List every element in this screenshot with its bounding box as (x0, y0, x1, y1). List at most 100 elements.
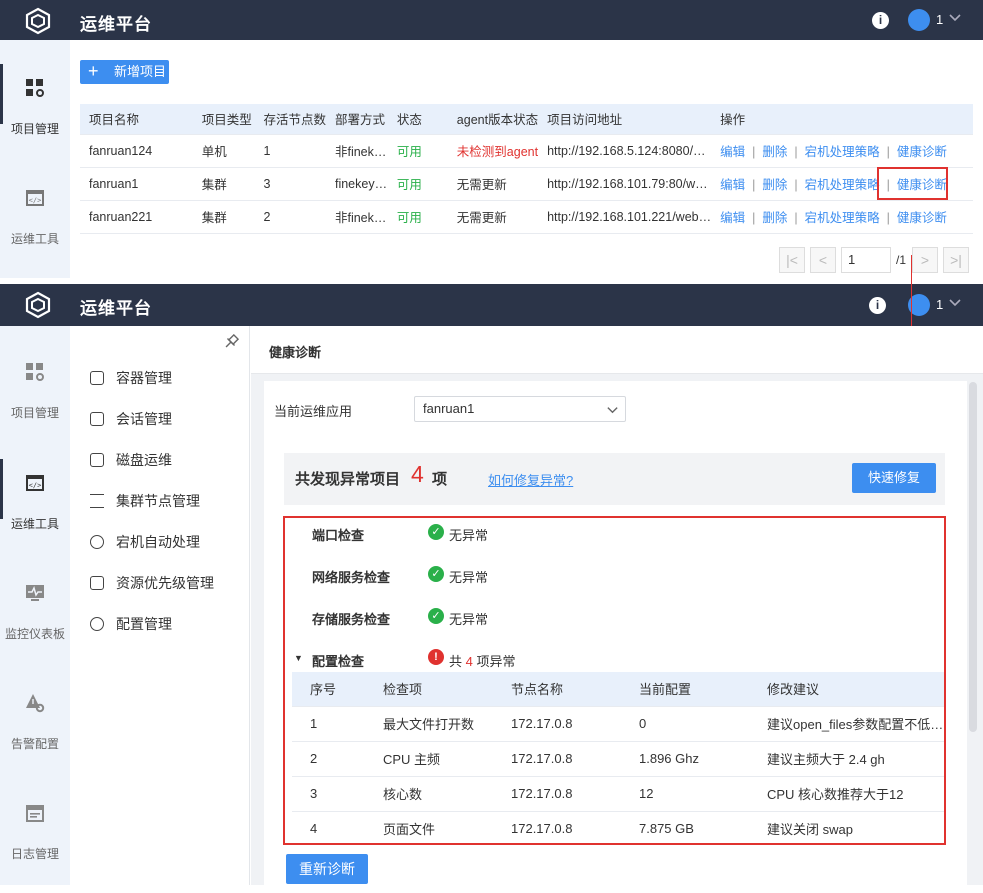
collapse-triangle-icon[interactable]: ▼ (294, 653, 303, 663)
status: 可用 (387, 134, 448, 168)
nav-item-ops-tools[interactable]: </> 运维工具 (0, 459, 70, 563)
cell: 0 (639, 706, 767, 742)
chevron-down-icon[interactable] (948, 295, 962, 309)
nav-item-project-management[interactable]: 项目管理 (0, 64, 70, 168)
edit-link[interactable]: 编辑 (720, 145, 745, 159)
nav-item-label: 监控仪表板 (4, 627, 65, 641)
cell: 核心数 (383, 776, 511, 812)
summary-prefix: 共发现异常项目 (295, 471, 401, 488)
submenu-item-container[interactable]: 容器管理 (90, 368, 172, 388)
info-icon[interactable]: i (872, 12, 889, 29)
access-url[interactable]: http://192.168.101.221/web… (538, 200, 712, 234)
submenu-label: 会话管理 (116, 411, 172, 427)
anomaly-summary: 共发现异常项目 4 项 如何修复异常? 快速修复 (284, 453, 945, 505)
submenu-item-resource-priority[interactable]: 资源优先级管理 (90, 573, 214, 593)
cell: CPU 主频 (383, 741, 511, 777)
rediagnose-button[interactable]: 重新诊断 (286, 854, 368, 884)
error-prefix: 共 (449, 654, 463, 669)
page-header: 健康诊断 (251, 326, 983, 374)
edit-link[interactable]: 编辑 (720, 211, 745, 225)
last-page-button[interactable]: >| (943, 247, 969, 273)
submenu-label: 集群节点管理 (116, 493, 200, 509)
check-name: 存储服务检查 (312, 612, 391, 627)
cell: 1.896 Ghz (639, 741, 767, 777)
info-icon[interactable]: i (869, 297, 886, 314)
cell: 2 (292, 741, 383, 777)
access-url[interactable]: http://192.168.101.79:80/w… (538, 167, 712, 201)
deploy-mode: 非finek… (325, 200, 388, 234)
column-header: 项目访问地址 (538, 104, 712, 135)
submenu-item-session[interactable]: 会话管理 (90, 409, 172, 429)
next-page-button[interactable]: > (912, 247, 938, 273)
first-page-button[interactable]: |< (779, 247, 805, 273)
app-title: 运维平台 (80, 299, 152, 318)
user-name[interactable]: 1 (936, 297, 943, 312)
diagnosis-panel: 当前运维应用 fanruan1 共发现异常项目 4 项 如何修复异常? 快速修复… (264, 381, 967, 885)
table-row: fanruan221 集群 2 非finek… 可用 无需更新 http://1… (80, 200, 973, 234)
table-header-row: 项目名称 项目类型 存活节点数 部署方式 状态 agent版本状态 项目访问地址… (80, 104, 973, 135)
health-diagnosis-link[interactable]: 健康诊断 (897, 145, 947, 159)
add-project-button[interactable]: + 新增项目 (80, 60, 169, 84)
scrollbar[interactable] (969, 382, 977, 732)
column-header: agent版本状态 (447, 104, 539, 135)
submenu-item-cluster-node[interactable]: 集群节点管理 (90, 491, 200, 511)
nav-item-log-management[interactable]: 日志管理 (0, 803, 70, 893)
nav-item-monitor-dashboard[interactable]: 监控仪表板 (0, 583, 70, 673)
submenu-label: 容器管理 (116, 370, 172, 386)
cell: 建议关闭 swap (767, 822, 853, 838)
pin-icon[interactable] (223, 334, 239, 350)
nav-item-alert-config[interactable]: 告警配置 (0, 693, 70, 783)
logo-cube-icon (25, 7, 51, 35)
submenu-item-auto-recovery[interactable]: 宕机自动处理 (90, 532, 200, 552)
quick-fix-button[interactable]: 快速修复 (852, 463, 936, 493)
column-header: 项目类型 (192, 104, 255, 135)
downtime-policy-link[interactable]: 宕机处理策略 (805, 178, 880, 192)
page-input[interactable]: 1 (841, 247, 891, 273)
delete-link[interactable]: 删除 (762, 145, 787, 159)
cell: 12 (639, 776, 767, 812)
edit-link[interactable]: 编辑 (720, 178, 745, 192)
downtime-policy-link[interactable]: 宕机处理策略 (805, 145, 880, 159)
monitor-icon (26, 585, 44, 601)
app-select[interactable]: fanruan1 (414, 396, 626, 422)
project-name: fanruan1 (80, 167, 193, 201)
nav-item-ops-tools[interactable]: </> 运维工具 (0, 188, 70, 278)
user-avatar-icon[interactable] (908, 9, 930, 31)
check-name: 端口检查 (312, 528, 365, 543)
grid-icon (26, 79, 44, 97)
chevron-down-icon[interactable] (948, 10, 962, 24)
submenu-item-disk[interactable]: 磁盘运维 (90, 450, 172, 470)
logo-cube-icon (25, 291, 51, 319)
downtime-policy-link[interactable]: 宕机处理策略 (805, 211, 880, 225)
check-ok-icon: ✓ (428, 524, 444, 540)
submenu-item-config[interactable]: 配置管理 (90, 614, 172, 634)
delete-link[interactable]: 删除 (762, 178, 787, 192)
column-header: 状态 (387, 104, 448, 135)
error-count: 4 (465, 654, 473, 669)
cell: 1 (292, 706, 383, 742)
check-result: 无异常 (449, 612, 489, 627)
table-row: 3 核心数 172.17.0.8 12 CPU 核心数推荐大于12 (292, 776, 944, 812)
delete-link[interactable]: 删除 (762, 211, 787, 225)
how-to-fix-link[interactable]: 如何修复异常? (488, 470, 573, 489)
left-nav-2: 项目管理 </> 运维工具 监控仪表板 告警配置 日志管理 (0, 326, 70, 885)
alive-nodes: 3 (254, 167, 326, 201)
user-name[interactable]: 1 (936, 12, 943, 27)
left-nav: 项目管理 </> 运维工具 (0, 40, 70, 278)
svg-text:</>: </> (29, 482, 42, 490)
nav-item-project-management[interactable]: 项目管理 (0, 362, 70, 452)
cell: 172.17.0.8 (511, 741, 639, 777)
app-select-label: 当前运维应用 (274, 404, 353, 419)
shield-icon (90, 535, 104, 549)
nav-item-label: 运维工具 (10, 517, 59, 531)
app-select-value: fanruan1 (423, 401, 475, 416)
column-header: 部署方式 (325, 104, 388, 135)
config-check-result: 共 4 项异常 (449, 651, 516, 670)
container-icon (90, 371, 104, 385)
cell: 4 (310, 821, 318, 837)
nav-item-label: 项目管理 (10, 122, 59, 136)
health-diagnosis-link[interactable]: 健康诊断 (897, 211, 947, 225)
prev-page-button[interactable]: < (810, 247, 836, 273)
access-url[interactable]: http://192.168.5.124:8080/… (538, 134, 712, 168)
top-bar-2: 运维平台 i 1 (0, 284, 983, 326)
